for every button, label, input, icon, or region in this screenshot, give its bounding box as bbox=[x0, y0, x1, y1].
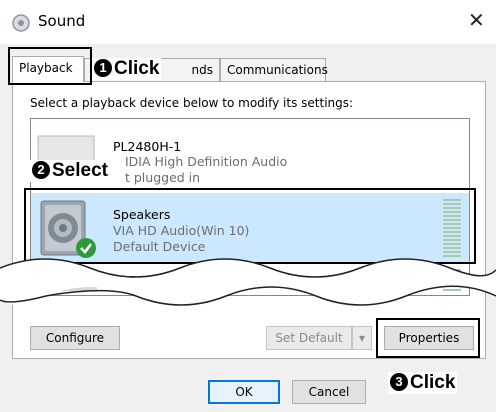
sound-app-icon bbox=[10, 12, 32, 34]
callout-3-text: Click bbox=[410, 372, 456, 393]
callout-2-number: 2 bbox=[32, 161, 50, 179]
callout-1-text: Click bbox=[114, 58, 160, 79]
dropdown-arrow-icon[interactable]: ▾ bbox=[352, 326, 372, 350]
device-1-name: PL2480H-1 bbox=[113, 139, 182, 154]
callout-2-text: Select bbox=[52, 160, 108, 181]
title-bar: Sound ✕ bbox=[0, 0, 496, 44]
device-1-driver: IDIA High Definition Audio bbox=[125, 154, 288, 169]
set-default-button[interactable]: Set Default bbox=[266, 326, 352, 350]
ok-button[interactable]: OK bbox=[208, 380, 280, 404]
tab-sounds-label: nds bbox=[191, 63, 213, 77]
instruction-text: Select a playback device below to modify… bbox=[30, 96, 354, 110]
callout-box-3 bbox=[376, 318, 480, 358]
callout-1-number: 1 bbox=[94, 59, 112, 77]
configure-button-label: Configure bbox=[45, 331, 105, 345]
device-1-status: t plugged in bbox=[125, 170, 201, 185]
cancel-button[interactable]: Cancel bbox=[292, 380, 366, 404]
close-icon[interactable]: ✕ bbox=[468, 8, 485, 32]
wavy-break-marker bbox=[0, 258, 496, 306]
callout-box-2 bbox=[24, 188, 476, 264]
tab-communications[interactable]: Communications bbox=[220, 58, 328, 81]
cancel-button-label: Cancel bbox=[308, 385, 350, 399]
tab-communications-label: Communications bbox=[227, 63, 328, 77]
window-title: Sound bbox=[38, 12, 86, 30]
ok-button-label: OK bbox=[235, 385, 253, 399]
callout-3-number: 3 bbox=[390, 373, 408, 391]
set-default-button-label: Set Default bbox=[275, 331, 343, 345]
configure-button[interactable]: Configure bbox=[30, 326, 120, 350]
callout-3: 3 Click bbox=[388, 372, 458, 394]
callout-2: 2 Select bbox=[30, 160, 110, 182]
callout-1: 1 Click bbox=[92, 58, 162, 80]
callout-box-1 bbox=[8, 47, 92, 85]
